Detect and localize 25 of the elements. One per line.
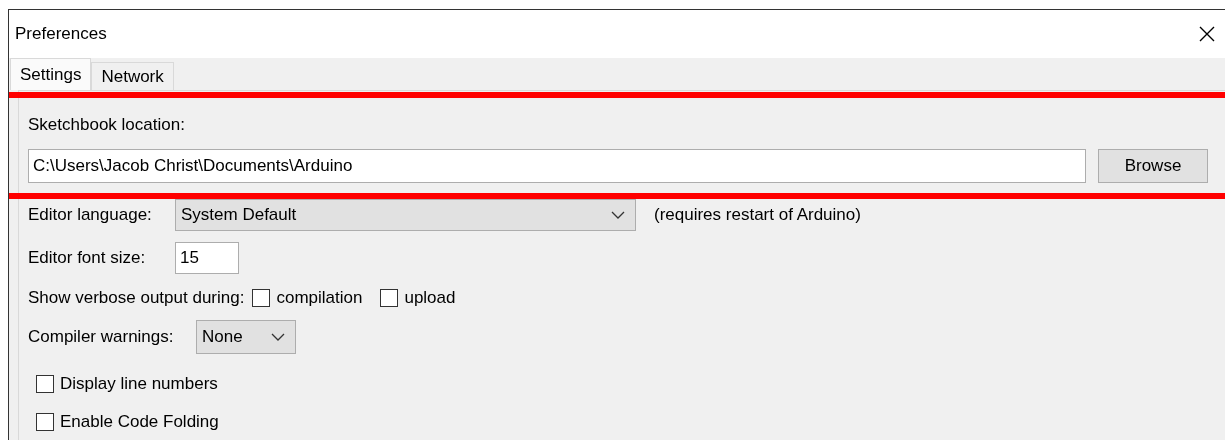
checkbox-label[interactable]: Display line numbers — [60, 374, 218, 394]
checkbox[interactable] — [380, 289, 399, 307]
field-label: Editor font size: — [28, 248, 147, 268]
checkbox-label[interactable]: upload — [404, 288, 456, 308]
checkbox[interactable] — [36, 375, 54, 393]
font-size-field[interactable]: 15 — [175, 242, 239, 274]
checkbox-label[interactable]: compilation — [276, 288, 363, 308]
close-icon[interactable] — [1199, 26, 1215, 42]
warnings-dropdown[interactable]: None — [196, 320, 296, 354]
checkbox[interactable] — [36, 413, 54, 431]
window-title: Preferences — [15, 24, 107, 44]
browse-button[interactable]: Browse — [1098, 149, 1208, 183]
language-dropdown[interactable]: System Default — [175, 199, 636, 231]
field-label: Editor language: — [28, 205, 153, 225]
field-label: Compiler warnings: — [28, 327, 175, 347]
chevron-down-icon — [271, 333, 285, 341]
checkbox-label[interactable]: Enable Code Folding — [60, 412, 219, 432]
tab[interactable]: Network — [91, 62, 174, 90]
checkbox[interactable] — [252, 289, 271, 307]
tab[interactable]: Settings — [10, 58, 92, 90]
field-label: Sketchbook location: — [28, 115, 185, 135]
path-field[interactable]: C:\Users\Jacob Christ\Documents\Arduino — [28, 149, 1086, 183]
field-label: Show verbose output during: — [28, 288, 245, 308]
chevron-down-icon — [611, 211, 625, 219]
restart-note: (requires restart of Arduino) — [654, 205, 861, 225]
